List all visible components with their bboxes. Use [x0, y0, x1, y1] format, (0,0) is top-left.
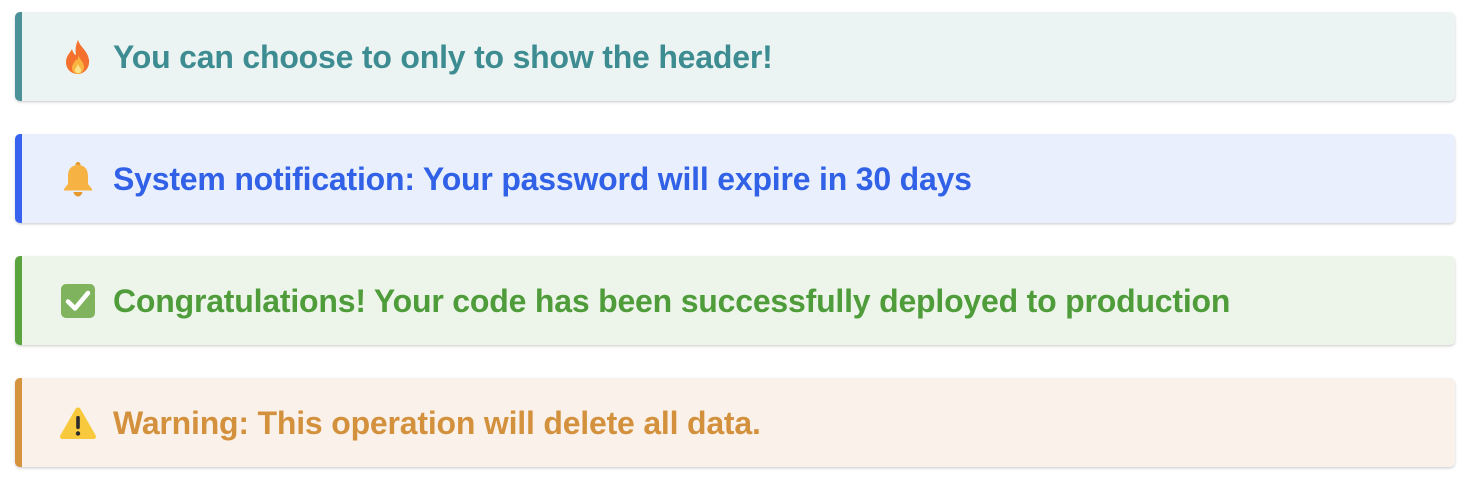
tip-alert-text: You can choose to only to show the heade… [113, 38, 773, 75]
warning-alert-text: Warning: This operation will delete all … [113, 404, 761, 441]
alert-list: You can choose to only to show the heade… [0, 0, 1470, 482]
check-box-icon [58, 281, 98, 321]
tip-alert: You can choose to only to show the heade… [15, 12, 1455, 101]
warning-alert: Warning: This operation will delete all … [15, 378, 1455, 467]
success-alert: Congratulations! Your code has been succ… [15, 256, 1455, 345]
bell-icon [58, 159, 98, 199]
info-alert: System notification: Your password will … [15, 134, 1455, 223]
fire-icon [58, 37, 98, 77]
success-alert-text: Congratulations! Your code has been succ… [113, 282, 1231, 319]
warning-triangle-icon [58, 403, 98, 443]
info-alert-text: System notification: Your password will … [113, 160, 972, 197]
